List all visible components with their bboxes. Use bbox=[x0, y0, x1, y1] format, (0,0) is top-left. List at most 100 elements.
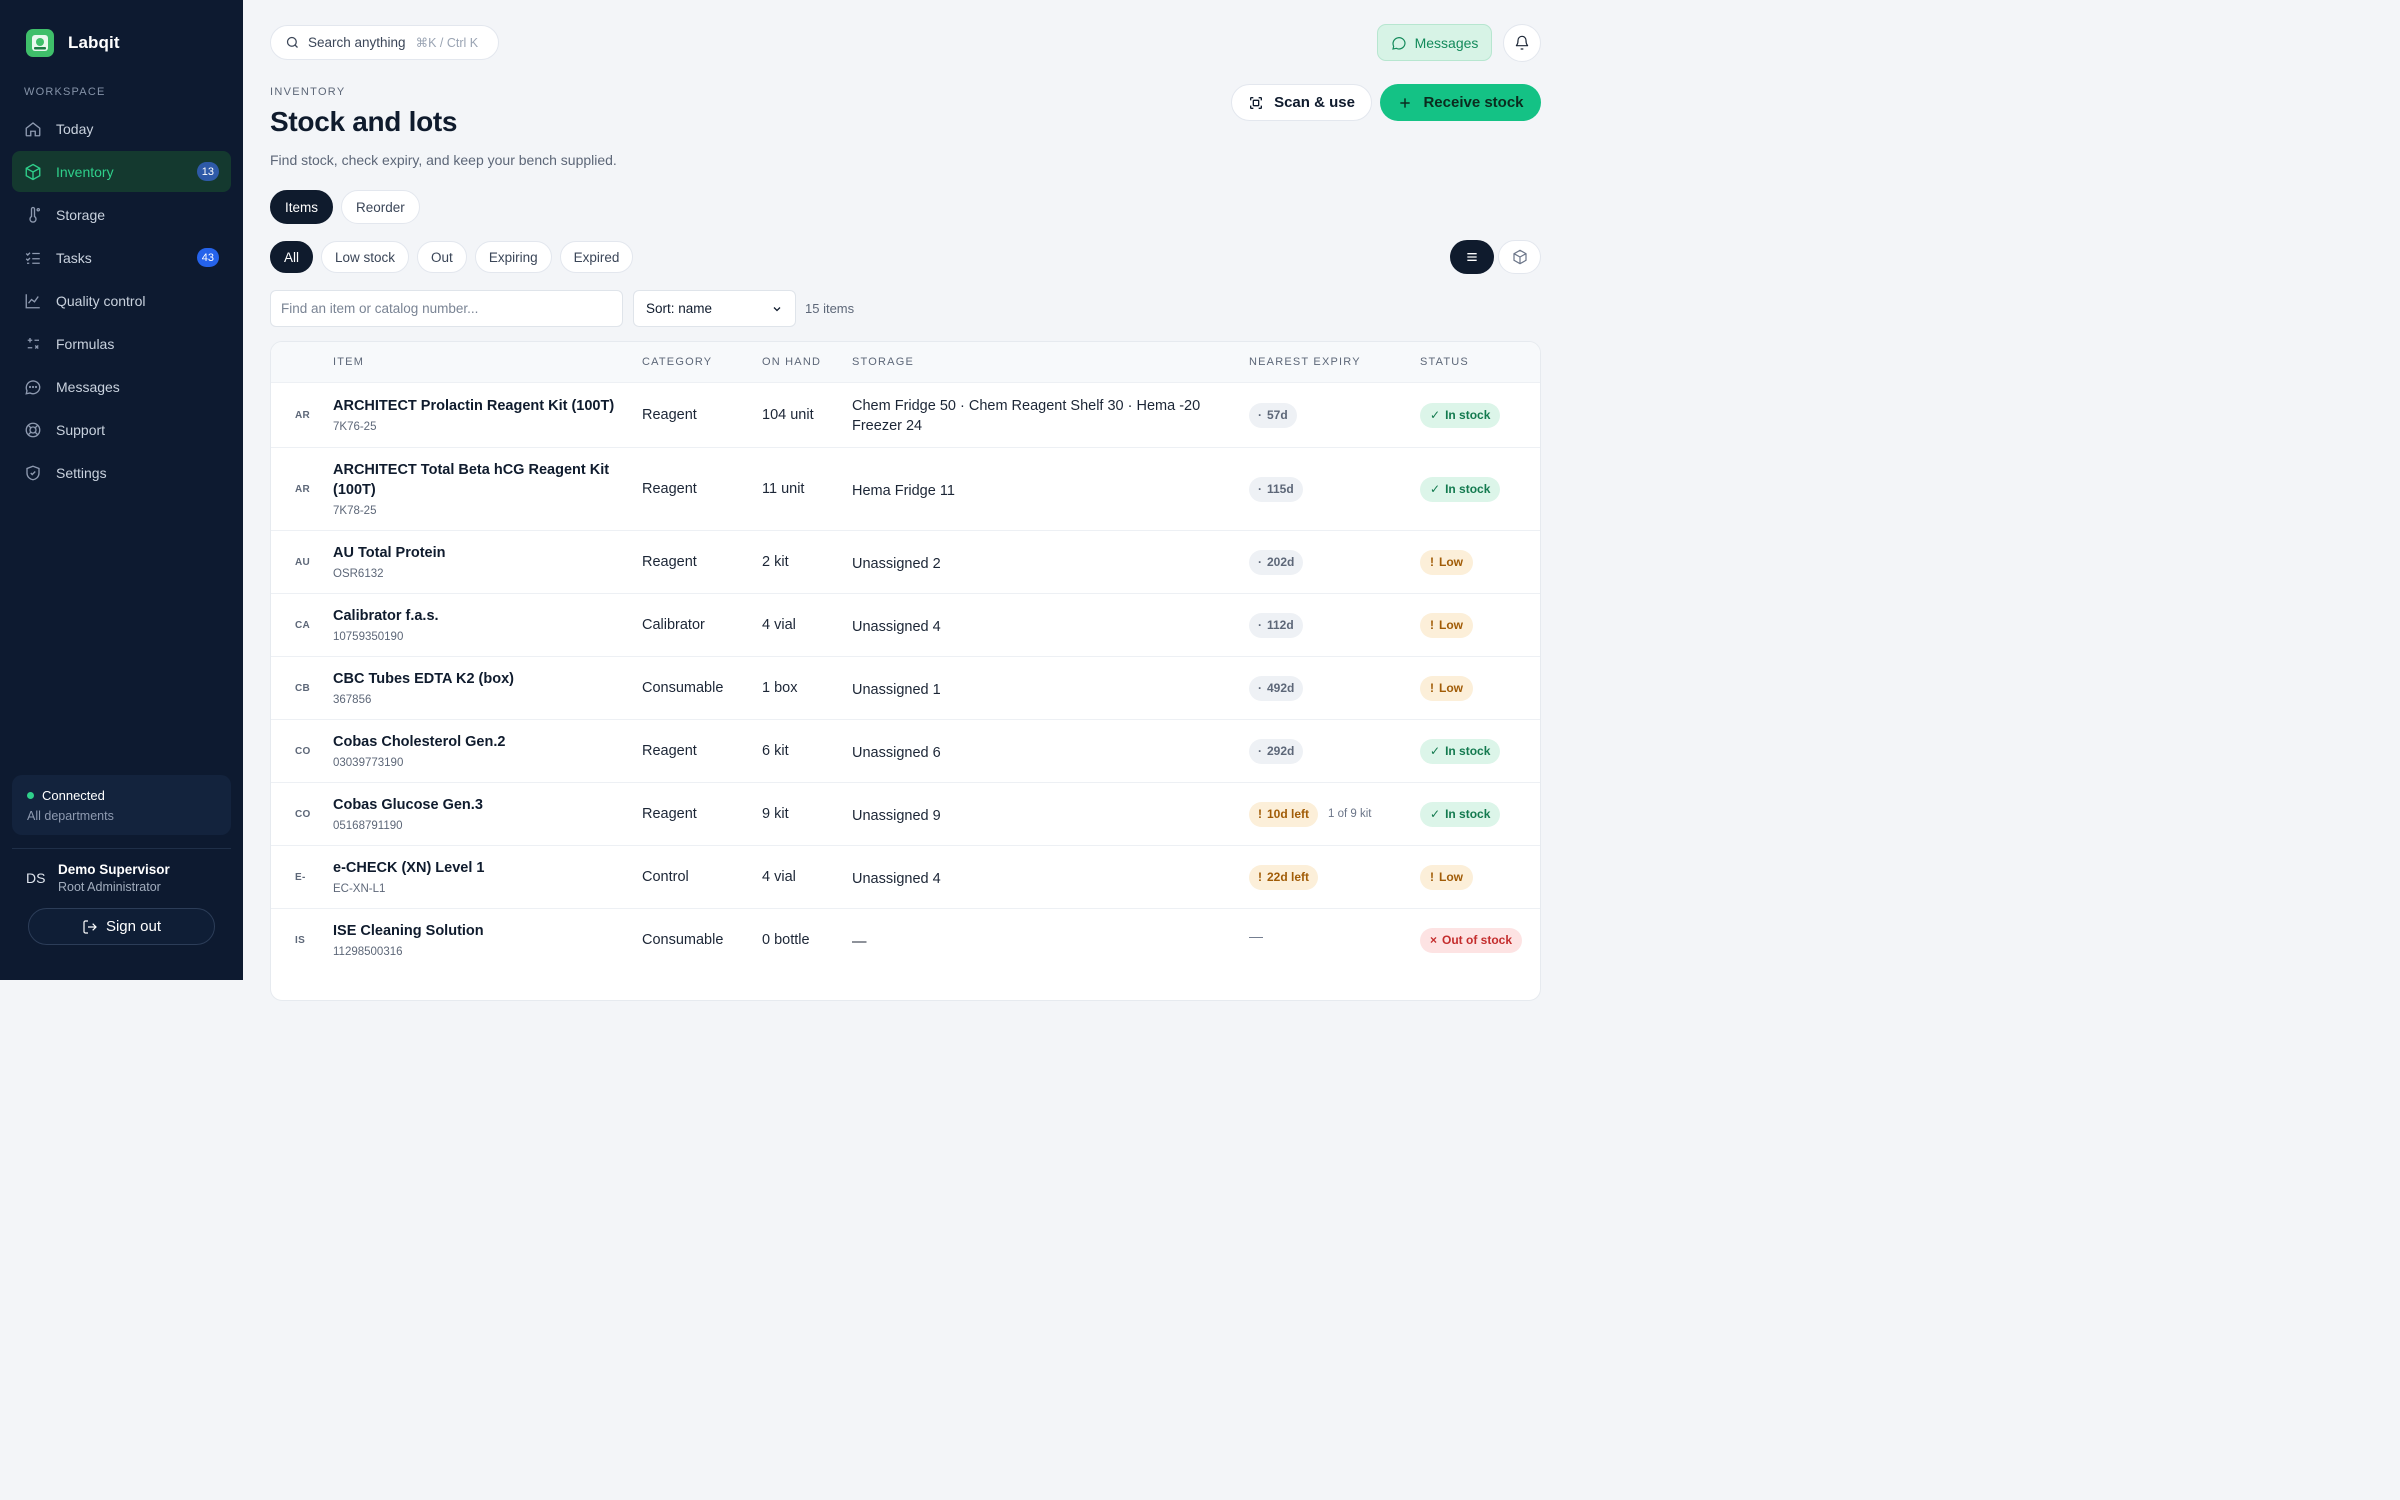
expiry-cell: — bbox=[1249, 928, 1263, 944]
sidebar-item-formulas[interactable]: Formulas bbox=[12, 323, 231, 364]
view-tabs: Items Reorder bbox=[270, 190, 420, 224]
item-name[interactable]: Cobas Glucose Gen.3 bbox=[333, 795, 618, 815]
storage-cell: Unassigned 4 bbox=[852, 870, 941, 887]
category-cell: Reagent bbox=[642, 805, 697, 822]
column-header-item[interactable]: ITEM bbox=[333, 356, 364, 368]
table-row[interactable]: CO Cobas Glucose Gen.3 05168791190 Reagent 9… bbox=[271, 782, 1540, 845]
item-name[interactable]: Calibrator f.a.s. bbox=[333, 606, 618, 626]
receive-stock-button[interactable]: Receive stock bbox=[1380, 84, 1541, 121]
table-row[interactable]: AR ARCHITECT Prolactin Reagent Kit (100T)… bbox=[271, 382, 1540, 447]
column-header-expiry[interactable]: NEAREST EXPIRY bbox=[1249, 356, 1361, 368]
expiry-cell: · 292d bbox=[1249, 738, 1304, 764]
status-cell: ✓ In stock bbox=[1420, 738, 1501, 764]
tab-reorder[interactable]: Reorder bbox=[341, 190, 420, 224]
table-row[interactable]: CO Cobas Cholesterol Gen.2 03039773190 Reag… bbox=[271, 719, 1540, 782]
box-icon bbox=[1512, 249, 1528, 265]
item-name[interactable]: CBC Tubes EDTA K2 (box) bbox=[333, 669, 618, 689]
workspace-label: WORKSPACE bbox=[24, 86, 106, 98]
category-cell: Reagent bbox=[642, 553, 697, 570]
item-abbreviation: CB bbox=[295, 682, 311, 694]
column-header-on-hand[interactable]: ON HAND bbox=[762, 356, 821, 368]
sidebar-item-inventory[interactable]: Inventory 13 bbox=[12, 151, 231, 192]
sidebar-item-messages[interactable]: Messages bbox=[12, 366, 231, 407]
table-row[interactable]: AR ARCHITECT Total Beta hCG Reagent Kit (… bbox=[271, 447, 1540, 530]
tab-items[interactable]: Items bbox=[270, 190, 334, 224]
column-header-status[interactable]: STATUS bbox=[1420, 356, 1469, 368]
item-name-cell[interactable]: Cobas Cholesterol Gen.2 03039773190 bbox=[333, 732, 618, 773]
box-view-toggle[interactable] bbox=[1498, 240, 1541, 274]
receive-label: Receive stock bbox=[1423, 94, 1524, 111]
catalog-number: 05168791190 bbox=[333, 819, 403, 832]
expiry-badge: · 112d bbox=[1249, 612, 1303, 638]
item-name[interactable]: ARCHITECT Prolactin Reagent Kit (100T) bbox=[333, 396, 618, 416]
filter-out[interactable]: Out bbox=[417, 241, 467, 273]
sort-select[interactable]: Sort: name bbox=[633, 290, 796, 327]
expiry-value: 57d bbox=[1267, 408, 1288, 422]
status-badge: ✓ In stock bbox=[1420, 476, 1501, 502]
filter-expiring[interactable]: Expiring bbox=[474, 241, 552, 273]
item-name-cell[interactable]: ARCHITECT Total Beta hCG Reagent Kit (10… bbox=[333, 460, 618, 521]
sidebar-item-label: Storage bbox=[56, 206, 106, 223]
storage-cell: — bbox=[852, 933, 867, 950]
on-hand-cell: 6 kit bbox=[762, 742, 789, 759]
warning-icon: ! bbox=[1430, 618, 1434, 632]
lifebuoy-icon bbox=[24, 421, 42, 439]
notifications-button[interactable] bbox=[1503, 24, 1541, 62]
status-cell: ✓ In stock bbox=[1420, 402, 1501, 428]
table-body: AR ARCHITECT Prolactin Reagent Kit (100T)… bbox=[271, 382, 1540, 971]
item-name[interactable]: Cobas Cholesterol Gen.2 bbox=[333, 732, 618, 752]
sidebar-item-settings[interactable]: Settings bbox=[12, 452, 231, 493]
filter-low-stock[interactable]: Low stock bbox=[321, 241, 410, 273]
item-name-cell[interactable]: Calibrator f.a.s. 10759350190 bbox=[333, 606, 618, 647]
sidebar-item-tasks[interactable]: Tasks 43 bbox=[12, 237, 231, 278]
item-name-cell[interactable]: Cobas Glucose Gen.3 05168791190 bbox=[333, 795, 618, 836]
column-header-storage[interactable]: STORAGE bbox=[852, 356, 914, 368]
sidebar-item-storage[interactable]: Storage bbox=[12, 194, 231, 235]
on-hand-cell: 11 unit bbox=[762, 480, 805, 497]
sidebar-item-support[interactable]: Support bbox=[12, 409, 231, 450]
table-row[interactable]: IS ISE Cleaning Solution 11298500316 Consum… bbox=[271, 908, 1540, 971]
sidebar-item-today[interactable]: Today bbox=[12, 108, 231, 149]
sidebar-item-quality-control[interactable]: Quality control bbox=[12, 280, 231, 321]
item-name[interactable]: ARCHITECT Total Beta hCG Reagent Kit (10… bbox=[333, 460, 618, 500]
expiry-badge: ! 22d left bbox=[1249, 864, 1319, 890]
sign-out-button[interactable]: Sign out bbox=[28, 908, 215, 945]
messages-label: Messages bbox=[1414, 34, 1479, 51]
item-name-cell[interactable]: e-CHECK (XN) Level 1 EC-XN-L1 bbox=[333, 858, 618, 899]
brand[interactable]: Labqit bbox=[26, 29, 120, 57]
column-header-category[interactable]: CATEGORY bbox=[642, 356, 712, 368]
expiry-note: 1 of 9 kit bbox=[1328, 808, 1372, 820]
catalog-number: 7K76-25 bbox=[333, 420, 377, 433]
scan-icon bbox=[1248, 95, 1264, 111]
dot-icon: · bbox=[1258, 482, 1262, 496]
global-search[interactable]: Search anything ⌘K / Ctrl K bbox=[270, 25, 499, 60]
table-row[interactable]: AU AU Total Protein OSR6132 Reagent 2 kit Una… bbox=[271, 530, 1540, 593]
filter-all[interactable]: All bbox=[270, 241, 314, 273]
table-row[interactable]: CA Calibrator f.a.s. 10759350190 Calibrator… bbox=[271, 593, 1540, 656]
item-name-cell[interactable]: ISE Cleaning Solution 11298500316 bbox=[333, 921, 618, 962]
expiry-value: 292d bbox=[1267, 744, 1295, 758]
item-abbreviation: IS bbox=[295, 934, 306, 946]
category-cell: Control bbox=[642, 868, 689, 885]
sort-value: Sort: name bbox=[646, 301, 713, 316]
sidebar: Labqit WORKSPACE Today Inventory 13 Stor… bbox=[0, 0, 243, 980]
item-name[interactable]: AU Total Protein bbox=[333, 543, 618, 563]
expiry-cell: · 57d bbox=[1249, 402, 1297, 428]
table-row[interactable]: CB CBC Tubes EDTA K2 (box) 367856 Consumabl… bbox=[271, 656, 1540, 719]
item-search-input[interactable] bbox=[270, 290, 623, 327]
item-name-cell[interactable]: CBC Tubes EDTA K2 (box) 367856 bbox=[333, 669, 618, 710]
item-name-cell[interactable]: AU Total Protein OSR6132 bbox=[333, 543, 618, 584]
expiry-badge: · 202d bbox=[1249, 549, 1304, 575]
filter-expired[interactable]: Expired bbox=[559, 241, 634, 273]
messages-button[interactable]: Messages bbox=[1377, 24, 1492, 61]
search-icon bbox=[285, 35, 300, 50]
item-name-cell[interactable]: ARCHITECT Prolactin Reagent Kit (100T) 7K… bbox=[333, 396, 618, 437]
item-name[interactable]: e-CHECK (XN) Level 1 bbox=[333, 858, 618, 878]
catalog-number: 03039773190 bbox=[333, 756, 404, 769]
status-label: In stock bbox=[1445, 408, 1491, 422]
table-row[interactable]: E-e-CHECK (XN) Level 1 EC-XN-L1 Control 4 v… bbox=[271, 845, 1540, 908]
item-name[interactable]: ISE Cleaning Solution bbox=[333, 921, 618, 941]
list-view-toggle[interactable] bbox=[1450, 240, 1494, 274]
page-subtitle: Find stock, check expiry, and keep your … bbox=[270, 152, 617, 168]
scan-and-use-button[interactable]: Scan & use bbox=[1231, 84, 1372, 121]
